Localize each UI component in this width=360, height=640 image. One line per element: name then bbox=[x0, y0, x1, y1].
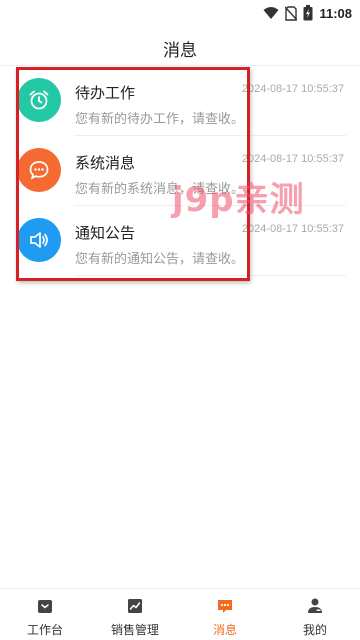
status-icons: 11:08 bbox=[263, 4, 352, 22]
chat-bubble-icon bbox=[29, 161, 49, 180]
user-icon bbox=[308, 598, 322, 613]
message-item-todo[interactable]: 待办工作 您有新的待办工作，请查收。 2024-08-17 10:55:37 bbox=[0, 66, 360, 136]
message-time: 2024-08-17 10:55:37 bbox=[241, 83, 344, 95]
alarm-clock-icon bbox=[29, 90, 49, 110]
message-time: 2024-08-17 10:55:37 bbox=[241, 153, 344, 165]
tab-workbench[interactable]: 工作台 bbox=[0, 589, 90, 640]
message-title: 待办工作 bbox=[75, 84, 136, 102]
megaphone-icon bbox=[30, 232, 48, 248]
divider bbox=[74, 275, 346, 276]
tab-label: 消息 bbox=[212, 623, 237, 637]
tab-messages[interactable]: 消息 bbox=[180, 589, 270, 640]
battery-charging-icon bbox=[303, 5, 313, 21]
message-title: 系统消息 bbox=[75, 154, 136, 172]
no-sim-icon bbox=[285, 5, 298, 21]
page-title: 消息 bbox=[163, 41, 197, 61]
system-avatar bbox=[17, 148, 61, 192]
message-icon bbox=[218, 600, 232, 613]
message-time: 2024-08-17 10:55:37 bbox=[241, 223, 344, 235]
tab-label: 我的 bbox=[302, 623, 327, 637]
tab-label: 销售管理 bbox=[110, 623, 159, 637]
message-list: 待办工作 您有新的待办工作，请查收。 2024-08-17 10:55:37 系… bbox=[0, 66, 360, 276]
message-subtitle: 您有新的通知公告，请查收。 bbox=[75, 252, 245, 267]
tab-mine[interactable]: 我的 bbox=[270, 589, 360, 640]
tab-sales-management[interactable]: 销售管理 bbox=[90, 589, 180, 640]
wifi-icon bbox=[263, 7, 279, 19]
tab-label: 工作台 bbox=[26, 623, 63, 637]
tab-bar: 工作台 销售管理 消息 我的 bbox=[0, 588, 360, 640]
message-title: 通知公告 bbox=[75, 224, 136, 242]
notice-avatar bbox=[17, 218, 61, 262]
briefcase-icon bbox=[38, 600, 52, 613]
chart-icon bbox=[128, 599, 142, 613]
header: 消息 bbox=[0, 26, 360, 66]
status-bar: 11:08 bbox=[0, 0, 360, 26]
status-time: 11:08 bbox=[319, 5, 352, 21]
todo-avatar bbox=[17, 78, 61, 122]
watermark: j9p亲测 bbox=[172, 180, 305, 220]
message-subtitle: 您有新的待办工作，请查收。 bbox=[75, 112, 245, 127]
